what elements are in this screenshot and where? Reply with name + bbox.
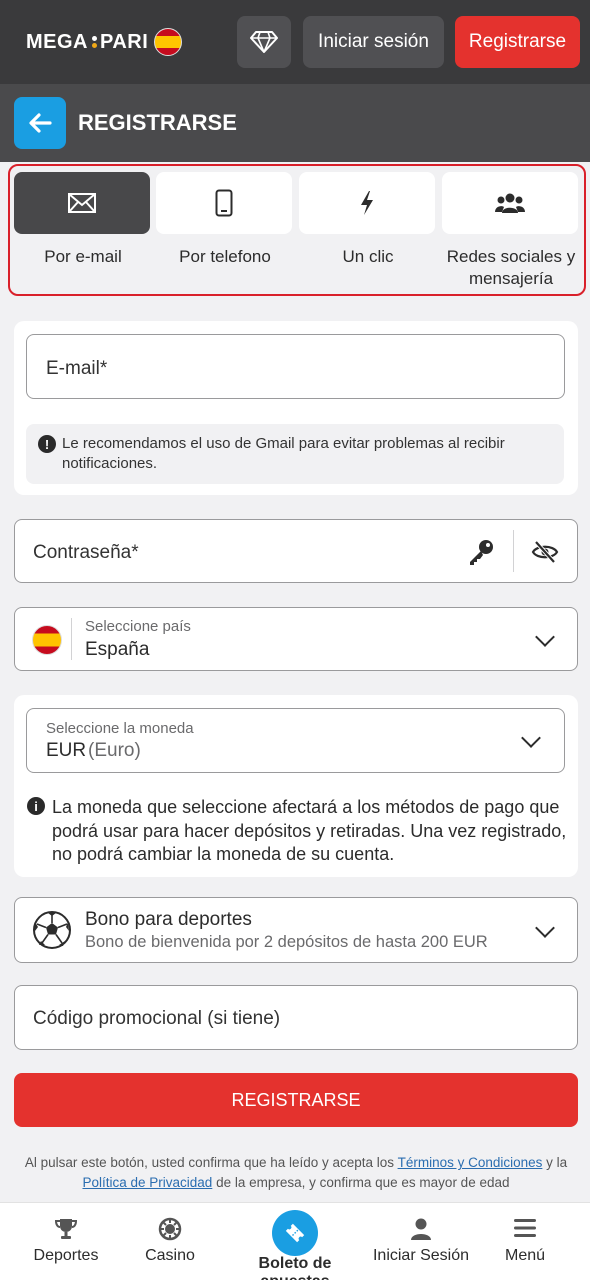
nav-menu-label: Menú [504,1247,546,1264]
logo-text-right: PARI [100,30,149,53]
eye-off-icon[interactable] [531,540,559,569]
trophy-icon [54,1217,78,1246]
spain-flag-icon [32,625,62,655]
method-email-tab[interactable]: Por e-mail [14,172,152,268]
method-social-tab[interactable]: Redes sociales y mensajería [442,172,580,290]
method-oneclick-tile [299,172,435,234]
bonus-subtitle: Bono de bienvenida por 2 depósitos de ha… [85,933,488,951]
casino-chip-icon [158,1217,182,1246]
nav-casino[interactable]: Casino [111,1203,229,1280]
nav-menu[interactable]: Menú [466,1203,584,1280]
currency-name: (Euro) [88,740,141,761]
currency-code: EUR [46,740,87,761]
phone-icon [215,189,233,217]
terms-suffix: de la empresa, y confirma que es mayor d… [216,1174,510,1190]
exclamation-icon: ! [38,435,56,453]
login-button[interactable]: Iniciar sesión [303,16,444,68]
method-email-tile [14,172,150,234]
megapari-logo[interactable]: MEGA PARI [26,28,183,56]
bet-slip-circle[interactable] [272,1210,318,1256]
hamburger-icon [513,1217,537,1244]
country-value: España [85,639,150,660]
terms-middle: y la [546,1155,568,1170]
method-social-label: Redes sociales y mensajería [446,247,576,288]
promo-code-field[interactable]: Código promocional (si tiene) [14,985,578,1050]
register-button[interactable]: Registrarse [455,16,580,68]
chevron-down-icon [535,627,555,647]
method-social-tile [442,172,578,234]
country-label: Seleccione país [85,618,191,635]
arrow-left-icon [29,113,52,133]
password-placeholder: Contraseña* [33,542,139,563]
logo-separator [91,35,97,49]
page-title: REGISTRARSE [78,110,237,135]
bonus-diamond-button[interactable] [237,16,291,68]
ticket-icon [285,1223,305,1243]
key-icon[interactable] [467,538,495,571]
method-phone-tile [156,172,292,234]
country-select[interactable]: Seleccione país España [14,607,578,671]
soccer-ball-icon [32,910,72,955]
nav-login-label: Iniciar Sesión [372,1247,470,1264]
currency-label: Seleccione la moneda [46,720,194,737]
method-phone-label: Por telefono [179,247,271,266]
method-oneclick-label: Un clic [342,247,394,266]
method-phone-tab[interactable]: Por telefono [156,172,294,268]
bonus-title: Bono para deportes [85,909,252,930]
privacy-link[interactable]: Política de Privacidad [82,1175,212,1190]
spain-flag-icon [154,28,183,56]
info-icon: i [27,797,45,815]
logo-text-left: MEGA [26,30,88,53]
submit-register-button[interactable]: REGISTRARSE [14,1073,578,1127]
bonus-select[interactable]: Bono para deportes Bono de bienvenida po… [14,897,578,963]
password-field[interactable]: Contraseña* [14,519,578,583]
method-oneclick-tab[interactable]: Un clic [299,172,437,268]
country-divider [71,618,72,660]
terms-link[interactable]: Términos y Condiciones [398,1155,543,1170]
gmail-hint: ! Le recomendamos el uso de Gmail para e… [26,424,564,484]
nav-deportes-label: Deportes [33,1247,99,1264]
diamond-icon [250,31,278,53]
currency-note: La moneda que seleccione afectará a los … [52,797,567,864]
terms-text: Al pulsar este botón, usted confirma que… [14,1153,578,1192]
sub-header: REGISTRARSE [0,84,590,162]
promo-placeholder: Código promocional (si tiene) [33,1008,281,1029]
email-placeholder: E-mail* [46,358,108,379]
users-icon [495,193,525,213]
nav-bet-slip-label: Boleto de apuestas [258,1255,332,1280]
chevron-down-icon [521,728,541,748]
currency-select[interactable]: Seleccione la moneda EUR (Euro) [26,708,565,773]
chevron-down-icon [535,918,555,938]
envelope-icon [68,193,96,213]
nav-deportes[interactable]: Deportes [7,1203,125,1280]
nav-login[interactable]: Iniciar Sesión [362,1203,480,1280]
user-icon [409,1217,433,1246]
terms-prefix: Al pulsar este botón, usted confirma que… [24,1155,395,1170]
back-button[interactable] [14,97,66,149]
nav-casino-label: Casino [145,1247,195,1264]
lightning-icon [361,191,373,215]
email-field[interactable]: E-mail* [26,334,565,399]
top-bar: MEGA PARI Iniciar sesión Registrarse [0,0,590,84]
method-email-label: Por e-mail [44,247,122,266]
gmail-hint-text: Le recomendamos el uso de Gmail para evi… [62,435,505,472]
password-divider [513,530,514,572]
registration-methods: Por e-mail Por telefono Un clic Redes so… [8,164,586,296]
